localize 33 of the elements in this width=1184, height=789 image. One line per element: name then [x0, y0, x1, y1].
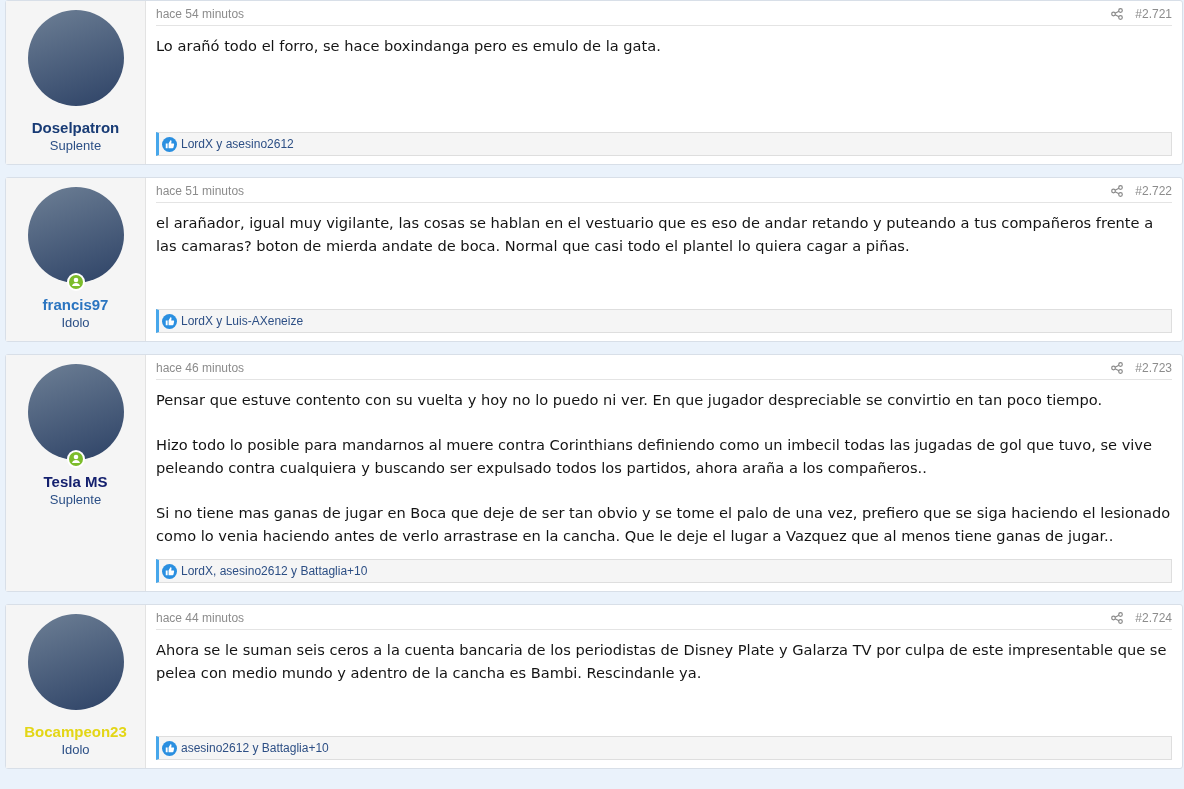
user-title: Idolo	[61, 315, 90, 330]
post-number[interactable]: #2.722	[1135, 184, 1172, 198]
thumbs-up-icon	[162, 740, 177, 756]
post-time[interactable]: hace 51 minutos	[156, 184, 245, 198]
user-title: Suplente	[49, 138, 102, 153]
username[interactable]: francis97	[42, 296, 109, 313]
post-paragraph: Hizo todo lo posible para mandarnos al muere contra Corinthians definiendo como un imbecil todas las jugadas de gol que tuvo, se vive peleando contra cualquiera y buscando ser expulsado todos los partidos, ahora araña a los compañeros..	[156, 435, 1153, 478]
post-paragraph: Lo arañó todo el forro, se hace boxindanga pero es emulo de la gata.	[156, 36, 662, 56]
thumbs-up-icon	[162, 563, 177, 579]
reaction-names[interactable]: asesino2612 y Battaglia+10	[181, 741, 329, 755]
post-number[interactable]: #2.723	[1135, 361, 1172, 375]
thumbs-up-icon	[162, 136, 177, 152]
share-icon[interactable]	[1111, 185, 1124, 197]
post-time[interactable]: hace 46 minutos	[156, 361, 245, 375]
share-icon[interactable]	[1111, 362, 1124, 374]
user-title: Idolo	[61, 742, 90, 757]
post-paragraph: Si no tiene mas ganas de jugar en Boca que deje de ser tan obvio y se tome el palo de una vez, prefiero que se siga haciendo el lesionado como lo venia haciendo antes de verlo arrastrase en la cancha. Que le deje el lugar a Vazquez que al menos tiene ganas de jugar..	[156, 503, 1172, 546]
reaction-names[interactable]: LordX y Luis-AXeneize	[181, 314, 304, 328]
post-number[interactable]: #2.721	[1135, 7, 1172, 21]
post-time[interactable]: hace 44 minutos	[156, 611, 245, 625]
post-time[interactable]: hace 54 minutos	[156, 7, 245, 21]
username[interactable]: Doselpatron	[31, 119, 120, 136]
user-title: Suplente	[49, 492, 102, 507]
post-paragraph: Pensar que estuve contento con su vuelta y hoy no lo puedo ni ver. En que jugador despreciable se convirtio en tan poco tiempo.	[156, 390, 1104, 410]
username[interactable]: Tesla MS	[43, 473, 108, 490]
reaction-names[interactable]: LordX y asesino2612	[181, 137, 294, 151]
post-paragraph: Ahora se le suman seis ceros a la cuenta bancaria de los periodistas de Disney Plate y Galarza TV por culpa de este impresentable que se pelea con medio mundo y adentro de la cancha es Bambi. Rescindanle ya.	[156, 640, 1168, 683]
reaction-names[interactable]: LordX, asesino2612 y Battaglia+10	[181, 564, 368, 578]
share-icon[interactable]	[1111, 612, 1124, 624]
thumbs-up-icon	[162, 313, 177, 329]
post-paragraph: el arañador, igual muy vigilante, las cosas se hablan en el vestuario que es eso de andar retando y puteando a tus compañeros frente a las camaras? boton de mierda andate de boca. Normal que casi todo el plantel lo quiera cagar a piñas.	[156, 213, 1155, 256]
post-number[interactable]: #2.724	[1135, 611, 1172, 625]
share-icon[interactable]	[1111, 8, 1124, 20]
